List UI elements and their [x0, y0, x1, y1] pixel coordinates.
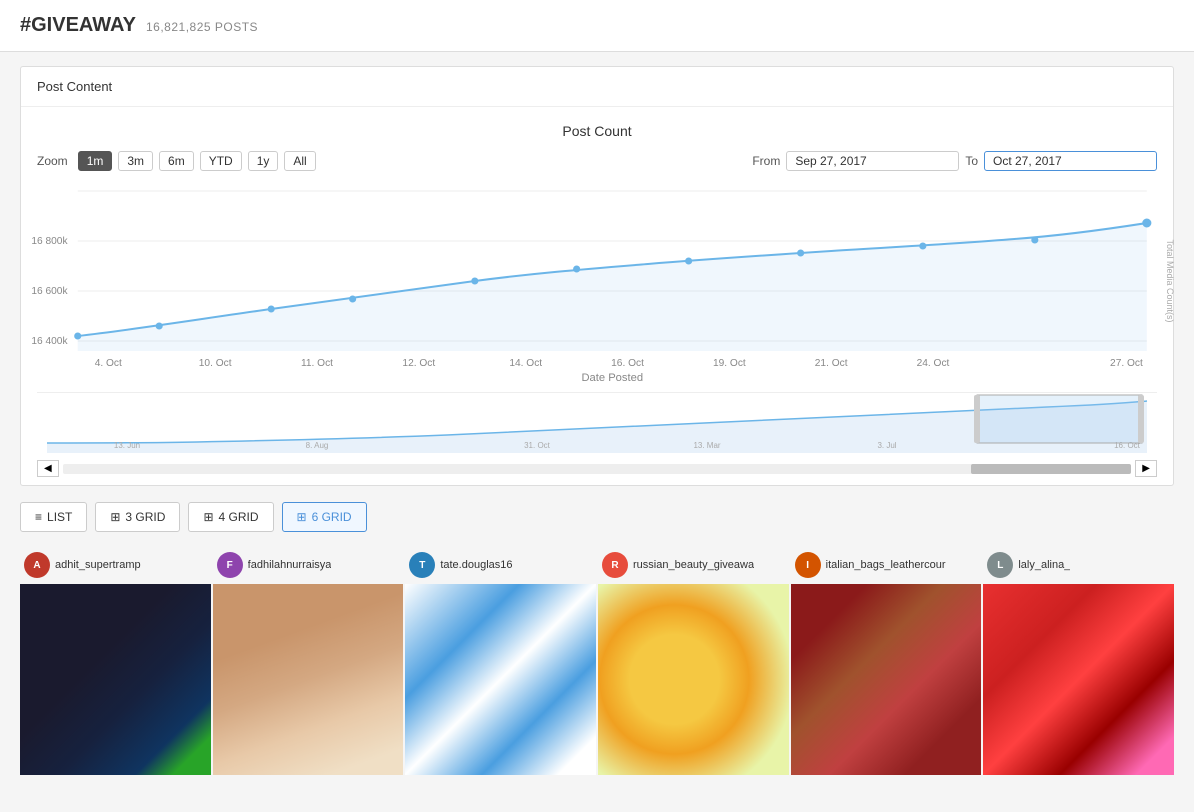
svg-text:12. Oct: 12. Oct [402, 358, 435, 369]
svg-text:27. Oct: 27. Oct [1110, 358, 1143, 369]
post-user-4[interactable]: I italian_bags_leathercour [791, 546, 982, 584]
post-item: R russian_beauty_giveawa [598, 546, 789, 775]
page-title: #GIVEAWAY [20, 14, 136, 37]
svg-text:16 400k: 16 400k [31, 336, 68, 347]
zoom-3m-btn[interactable]: 3m [118, 151, 153, 171]
svg-text:11. Oct: 11. Oct [301, 358, 333, 369]
post-user-5[interactable]: L laly_alina_ [983, 546, 1174, 584]
scroll-right-btn[interactable]: ▶ [1135, 460, 1157, 477]
grid4-view-btn[interactable]: ⊞ 4 GRID [188, 502, 273, 532]
zoom-all-btn[interactable]: All [284, 151, 315, 171]
svg-text:13. Jun: 13. Jun [114, 441, 140, 450]
avatar: F [217, 552, 243, 578]
post-content-card: Post Content Post Count Zoom 1m 3m 6m YT… [20, 66, 1174, 486]
username: tate.douglas16 [440, 559, 512, 571]
svg-text:16 800k: 16 800k [31, 236, 68, 247]
post-item: I italian_bags_leathercour [791, 546, 982, 775]
posts-grid: A adhit_supertramp F fadhilahnurraisya T… [20, 546, 1174, 775]
svg-text:Date Posted: Date Posted [581, 372, 643, 384]
svg-text:8. Aug: 8. Aug [306, 441, 329, 450]
card-header: Post Content [21, 67, 1173, 107]
post-image[interactable] [213, 584, 404, 775]
svg-text:13. Mar: 13. Mar [693, 441, 720, 450]
grid4-label: 4 GRID [219, 510, 259, 524]
svg-text:16. Oct: 16. Oct [611, 358, 644, 369]
list-view-btn[interactable]: ≡ LIST [20, 502, 87, 532]
header: #GIVEAWAY 16,821,825 POSTS [0, 0, 1194, 52]
to-date-input[interactable] [984, 151, 1157, 171]
avatar: T [409, 552, 435, 578]
username: italian_bags_leathercour [826, 559, 946, 571]
from-label: From [752, 154, 780, 168]
grid3-view-btn[interactable]: ⊞ 3 GRID [95, 502, 180, 532]
scroll-left-btn[interactable]: ◀ [37, 460, 59, 477]
svg-text:14. Oct: 14. Oct [509, 358, 542, 369]
post-item: T tate.douglas16 [405, 546, 596, 775]
username: laly_alina_ [1018, 559, 1070, 571]
post-image[interactable] [983, 584, 1174, 775]
zoom-1y-btn[interactable]: 1y [248, 151, 279, 171]
grid6-icon: ⊞ [297, 510, 307, 524]
chart-title: Post Count [37, 123, 1157, 139]
zoom-1m-btn[interactable]: 1m [78, 151, 113, 171]
username: adhit_supertramp [55, 559, 141, 571]
post-image[interactable] [598, 584, 789, 775]
username: fadhilahnurraisya [248, 559, 332, 571]
zoom-6m-btn[interactable]: 6m [159, 151, 194, 171]
grid3-label: 3 GRID [125, 510, 165, 524]
svg-text:10. Oct: 10. Oct [199, 358, 232, 369]
post-image[interactable] [405, 584, 596, 775]
post-item: F fadhilahnurraisya [213, 546, 404, 775]
post-user-1[interactable]: F fadhilahnurraisya [213, 546, 404, 584]
grid6-view-btn[interactable]: ⊞ 6 GRID [282, 502, 367, 532]
grid4-icon: ⊞ [203, 510, 213, 524]
svg-text:31. Oct: 31. Oct [524, 441, 551, 450]
svg-text:3. Jul: 3. Jul [877, 441, 896, 450]
svg-text:24. Oct: 24. Oct [917, 358, 950, 369]
username: russian_beauty_giveawa [633, 559, 754, 571]
post-user-0[interactable]: A adhit_supertramp [20, 546, 211, 584]
grid6-label: 6 GRID [312, 510, 352, 524]
post-image[interactable] [20, 584, 211, 775]
avatar: I [795, 552, 821, 578]
post-user-2[interactable]: T tate.douglas16 [405, 546, 596, 584]
avatar: R [602, 552, 628, 578]
zoom-label: Zoom [37, 154, 68, 168]
from-date-input[interactable] [786, 151, 959, 171]
avatar: A [24, 552, 50, 578]
zoom-ytd-btn[interactable]: YTD [200, 151, 242, 171]
grid3-icon: ⊞ [110, 510, 120, 524]
posts-count: 16,821,825 POSTS [146, 20, 258, 34]
to-label: To [965, 154, 978, 168]
svg-text:21. Oct: 21. Oct [815, 358, 848, 369]
svg-text:19. Oct: 19. Oct [713, 358, 746, 369]
svg-text:4. Oct: 4. Oct [95, 358, 122, 369]
svg-text:Total Media Count(s): Total Media Count(s) [1165, 239, 1175, 322]
post-item: A adhit_supertramp [20, 546, 211, 775]
avatar: L [987, 552, 1013, 578]
list-icon: ≡ [35, 510, 42, 524]
svg-text:16 600k: 16 600k [31, 286, 68, 297]
post-item: L laly_alina_ [983, 546, 1174, 775]
post-image[interactable] [791, 584, 982, 775]
post-user-3[interactable]: R russian_beauty_giveawa [598, 546, 789, 584]
list-label: LIST [47, 510, 72, 524]
